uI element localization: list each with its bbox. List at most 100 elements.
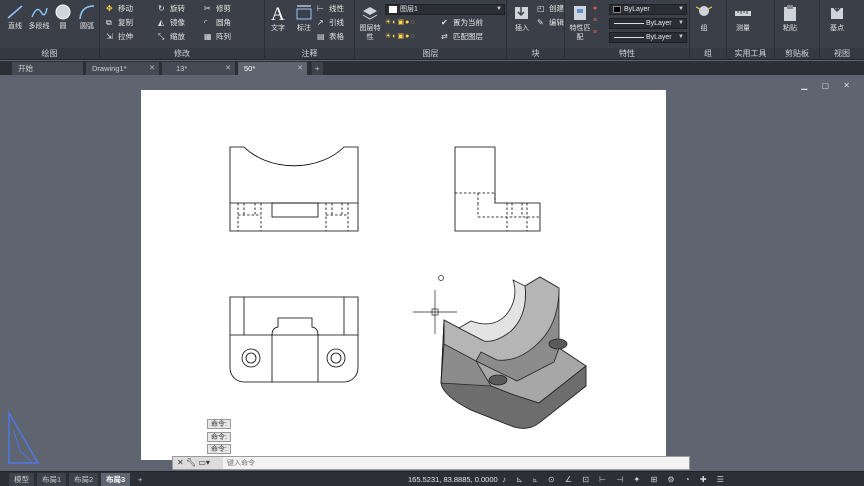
command-line[interactable]: ✕ 🔧︎ ▭▾ xyxy=(172,456,690,470)
command-history-line: 命令: xyxy=(207,419,231,429)
dimension-button[interactable]: 标注 xyxy=(291,3,317,33)
status-bar: 模型 布局1 布局2 布局3 + 165.5231, 83.8885, 0.00… xyxy=(0,471,864,486)
linear-button[interactable]: ⊢ 线性 xyxy=(317,3,344,15)
groups-group-title[interactable]: 组 xyxy=(690,48,726,59)
measure-button[interactable]: 测量 xyxy=(730,3,756,33)
stretch-label: 拉伸 xyxy=(118,32,133,41)
insert-button[interactable]: 插入 xyxy=(509,3,535,33)
command-input[interactable] xyxy=(227,458,667,468)
file-tab-label: 开始 xyxy=(18,64,33,73)
mirror-button[interactable]: ◭ 镜像 xyxy=(158,17,185,29)
layer-tool-icons-2[interactable]: ☀◐▣●◌ xyxy=(385,31,416,43)
viewport-window-controls[interactable]: ▁ ▢ ✕ xyxy=(801,81,856,90)
color-dropdown[interactable]: ByLayer ▼ xyxy=(609,4,687,15)
close-icon[interactable]: ✕ xyxy=(149,62,155,75)
close-icon[interactable]: ✕ xyxy=(297,62,303,75)
make-current-button[interactable]: ✔ 置为当前 xyxy=(441,17,483,29)
new-tab-button[interactable]: + xyxy=(312,62,324,75)
file-tab-13[interactable]: 13* ✕ xyxy=(162,62,236,75)
match-layer-button[interactable]: ⇄ 匹配图层 xyxy=(441,31,483,43)
basepoint-icon xyxy=(831,5,843,19)
modify-group-title[interactable]: 修改 xyxy=(100,48,264,59)
table-button[interactable]: ▤ 表格 xyxy=(317,31,344,43)
lineweight-dropdown[interactable]: ByLayer ▼ xyxy=(609,32,687,43)
cursor-coordinates[interactable]: 165.5231, 83.8885, 0.0000 xyxy=(408,473,498,486)
edit-block-label: 编辑 xyxy=(549,18,564,27)
side-view[interactable] xyxy=(454,146,541,232)
chevron-down-icon: ▼ xyxy=(678,20,684,26)
layout-tab-layout3[interactable]: 布局3 xyxy=(101,473,131,486)
group-button[interactable]: 组 xyxy=(691,3,717,33)
copy-button[interactable]: ⧉ 复制 xyxy=(106,17,133,29)
chevron-down-icon: ▼ xyxy=(678,34,684,40)
command-prompt-icon[interactable]: ▭▾ xyxy=(198,458,210,467)
array-button[interactable]: ▦ 阵列 xyxy=(204,31,231,43)
wrench-icon[interactable]: 🔧︎ xyxy=(186,458,196,467)
utilities-group-title[interactable]: 实用工具 xyxy=(727,48,774,59)
line-button[interactable]: 直线 xyxy=(2,3,28,31)
command-line-controls[interactable]: ✕ 🔧︎ ▭▾ xyxy=(173,457,223,469)
clipboard-group-title[interactable]: 剪贴板 xyxy=(775,48,819,59)
mirror-label: 镜像 xyxy=(170,18,185,27)
chevron-down-icon: ▼ xyxy=(496,6,502,12)
polyline-button[interactable]: 多段线 xyxy=(26,3,52,31)
command-history-line: 命令: xyxy=(207,432,231,442)
isometric-model[interactable] xyxy=(440,276,587,429)
properties-group-title[interactable]: 特性 xyxy=(565,48,689,59)
text-label: 文字 xyxy=(271,25,285,32)
trim-button[interactable]: ✂ 修剪 xyxy=(204,3,231,15)
paper-sheet[interactable] xyxy=(141,90,666,460)
block-group-title[interactable]: 块 xyxy=(507,48,564,59)
layer-properties-button[interactable]: 图层特性 xyxy=(357,3,383,42)
file-tab-start[interactable]: 开始 xyxy=(12,62,84,75)
file-tab-drawing1[interactable]: Drawing1* ✕ xyxy=(86,62,160,75)
make-current-icon: ✔ xyxy=(441,18,448,27)
draw-group-title[interactable]: 绘图 xyxy=(0,48,99,59)
move-icon: ✥ xyxy=(106,4,113,13)
layer-dropdown[interactable]: 图层1 ▼ xyxy=(385,4,505,15)
text-button[interactable]: A 文字 xyxy=(265,3,291,33)
layers-group-title[interactable]: 图层 xyxy=(355,48,506,59)
linetype-sample xyxy=(614,22,644,24)
lineweight-sample xyxy=(614,36,644,38)
status-toggle-icons[interactable]: ♪ ⊾ ⦜ ⊙ ∠ ⊡ ⊢ ⊣ ✦ ⊞ ⚙ ◔ ✚ ☰ xyxy=(502,473,728,486)
layout-tab-layout2[interactable]: 布局2 xyxy=(69,473,99,486)
view-group-title[interactable]: 视图 xyxy=(820,48,864,59)
annotation-group-title[interactable]: 注释 xyxy=(265,48,354,59)
rotate-button[interactable]: ↻ 旋转 xyxy=(158,3,185,15)
layer-dropdown-value: 图层1 xyxy=(400,6,418,13)
circle-button[interactable]: 圆 xyxy=(50,3,76,31)
stretch-button[interactable]: ⇲ 拉伸 xyxy=(106,31,133,43)
close-icon[interactable]: ✕ xyxy=(177,458,184,467)
lineweight-dropdown-value: ByLayer xyxy=(645,34,672,41)
create-block-icon: ◰ xyxy=(537,4,545,13)
create-block-button[interactable]: ◰ 创建 xyxy=(537,3,564,15)
text-icon: A xyxy=(271,4,285,23)
arc-button[interactable]: 圆弧 xyxy=(74,3,100,31)
add-layout-button[interactable]: + xyxy=(133,473,147,486)
layout-tab-model[interactable]: 模型 xyxy=(9,473,34,486)
match-properties-button[interactable]: 特性匹配 xyxy=(567,3,593,42)
leader-button[interactable]: ↗ 引线 xyxy=(317,17,344,29)
front-view[interactable] xyxy=(229,146,359,232)
layout-tab-layout1[interactable]: 布局1 xyxy=(37,473,67,486)
create-block-label: 创建 xyxy=(549,4,564,13)
file-tab-50[interactable]: 50* ✕ xyxy=(238,62,308,75)
basepoint-button[interactable]: 基点 xyxy=(824,3,850,33)
arc-icon xyxy=(79,5,95,20)
dimension-label: 标注 xyxy=(297,25,311,32)
fillet-button[interactable]: ◜ 圆角 xyxy=(204,17,231,29)
scale-button[interactable]: ⤡ 缩放 xyxy=(158,31,185,43)
drawing-canvas[interactable]: ▁ ▢ ✕ xyxy=(0,75,864,470)
linetype-dropdown[interactable]: ByLayer ▼ xyxy=(609,18,687,29)
top-view[interactable] xyxy=(229,296,359,383)
make-current-label: 置为当前 xyxy=(453,18,483,27)
properties-side-icons[interactable]: ● ≡ ≡ xyxy=(593,3,605,36)
layer-tool-icons[interactable]: ☀◐▣●◌ xyxy=(385,17,416,29)
rotate-label: 旋转 xyxy=(170,4,185,13)
drawing-views[interactable] xyxy=(141,90,666,460)
close-icon[interactable]: ✕ xyxy=(225,62,231,75)
move-button[interactable]: ✥ 移动 xyxy=(106,3,133,15)
edit-block-button[interactable]: ✎ 编辑 xyxy=(537,17,564,29)
paste-button[interactable]: 粘贴 xyxy=(777,3,803,33)
